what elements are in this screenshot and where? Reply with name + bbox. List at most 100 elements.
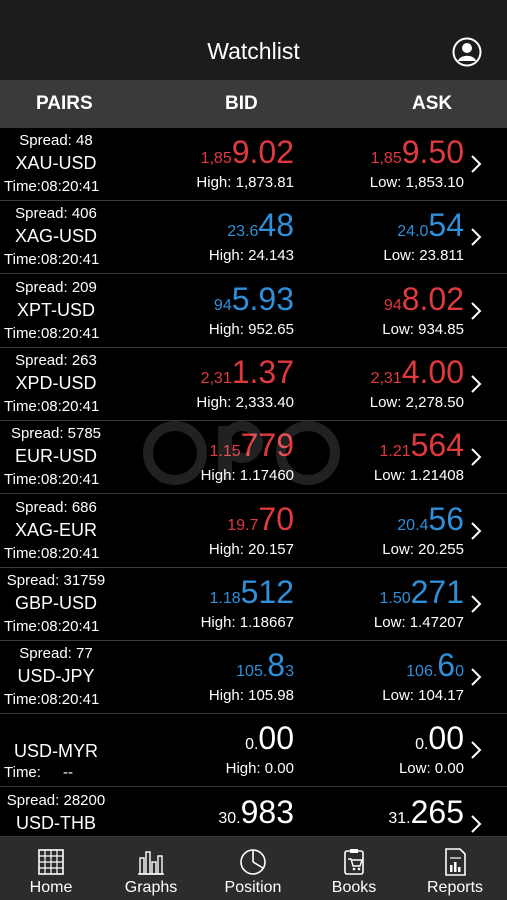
watchlist-row[interactable]: Spread: 263 XPD-USD Time:08:20:41 2,311.37 H…: [0, 348, 507, 421]
low-value: Low: 0.00: [398, 760, 464, 778]
header-bar: Watchlist: [0, 0, 507, 80]
bid-price: 105.83: [236, 647, 294, 684]
ask-price: 1.21564: [379, 427, 464, 464]
column-pairs: PAIRS: [36, 93, 93, 114]
high-value: High: 2,333.40: [196, 393, 294, 411]
ask-price: 24.054: [397, 207, 464, 244]
low-value: Low: 934.85: [382, 320, 464, 338]
ask-price: 106.60: [406, 647, 464, 684]
ask-price: 948.02: [383, 280, 464, 317]
quote-time: Time:08:20:41: [4, 691, 100, 709]
spread-label: Spread: 406: [15, 205, 97, 223]
calculator-grid-icon: [38, 849, 64, 875]
chevron-right-icon: [471, 155, 482, 173]
bid-price: 0.00: [245, 720, 294, 757]
chevron-right-icon: [471, 521, 482, 540]
pair-symbol: USD-THB: [16, 812, 96, 833]
low-value: Low: 20.255: [382, 540, 464, 558]
tab-label: Position: [224, 879, 282, 896]
quote-time: Time:08:20:41: [4, 324, 100, 342]
low-value: Low: 1.47207: [373, 613, 464, 631]
column-header: PAIRS BID ASK: [0, 80, 507, 128]
watchlist-row[interactable]: Spread: 406 XAG-USD Time:08:20:41 23.648 Hig…: [0, 201, 507, 275]
pair-symbol: XAG-USD: [14, 226, 97, 247]
ask-price: 1.50271: [379, 573, 464, 610]
high-value: High: 1,873.81: [196, 174, 294, 191]
watchlist-row[interactable]: Spread: 686 XAG-EUR Time:08:20:41 19.770 Hig…: [0, 495, 507, 568]
tab-reports[interactable]: Reports: [405, 837, 505, 900]
tab-home[interactable]: Home: [1, 837, 101, 900]
spread-label: Spread: 28200: [6, 791, 106, 809]
watchlist-row[interactable]: Spread: 31759 GBP-USD Time:08:20:41 1.18512…: [0, 568, 507, 641]
watchlist-row[interactable]: Spread: 77 USD-JPY Time:08:20:41 105.83 High…: [0, 641, 507, 715]
low-value: Low: 1,853.10: [369, 174, 464, 191]
high-value: High: 105.98: [208, 687, 294, 705]
pair-symbol: EUR-USD: [14, 446, 97, 467]
quote-time: Time: --: [4, 764, 73, 782]
quote-time: Time:08:20:41: [4, 397, 100, 415]
high-value: High: 1.18667: [200, 613, 294, 631]
page-title: Watchlist: [207, 38, 300, 64]
bottom-tab-bar: Home Graphs Position Books Reports: [0, 836, 507, 900]
tab-label: Graphs: [124, 879, 178, 896]
spread-label: Spread: 5785: [10, 425, 102, 443]
bid-price: 2,311.37: [200, 353, 294, 390]
spread-label: Spread: 686: [15, 498, 97, 516]
watchlist: Spread: 48 XAU-USD Time:08:20:41 1,859.02 Hi…: [0, 128, 507, 836]
watchlist-row[interactable]: Spread: 28200USD-THB30.983High: 0.12431.…: [0, 788, 507, 836]
pair-symbol: XPD-USD: [15, 372, 97, 393]
pair-symbol: XAU-USD: [15, 153, 97, 173]
column-ask: ASK: [412, 93, 453, 114]
bid-price: 30.983: [218, 793, 294, 830]
quote-time: Time:08:20:41: [4, 251, 100, 269]
tab-label: Reports: [426, 879, 484, 896]
bid-price: 1.18512: [209, 573, 294, 610]
low-value: Low: 1.21408: [373, 467, 464, 485]
ask-price: 31.265: [388, 793, 464, 830]
spread-label: Spread: 263: [15, 351, 97, 369]
chevron-right-icon: [471, 375, 482, 393]
tab-label: Books: [331, 879, 377, 896]
chevron-right-icon: [471, 448, 482, 466]
spread-label: Spread: 209: [15, 278, 97, 296]
chevron-right-icon: [471, 301, 482, 320]
tab-graphs[interactable]: Graphs: [101, 837, 201, 900]
bid-price: 945.93: [213, 280, 294, 317]
low-value: Low: 2,278.50: [369, 393, 464, 411]
chevron-right-icon: [471, 228, 482, 247]
watchlist-row[interactable]: Spread: 48 XAU-USD Time:08:20:41 1,859.02 Hi…: [0, 128, 507, 201]
bar-chart-icon: [138, 851, 164, 875]
document-chart-icon: [445, 848, 466, 876]
quote-time: Time:08:20:41: [4, 617, 100, 635]
bid-price: 19.770: [227, 500, 294, 537]
ask-price: 0.00: [415, 720, 464, 757]
clipboard-cart-icon: [344, 849, 364, 875]
low-value: Low: 23.811: [383, 247, 464, 265]
watchlist-row[interactable]: Spread: 209 XPT-USD Time:08:20:41 945.93 Hig…: [0, 275, 507, 348]
pair-symbol: USD-MYR: [14, 741, 98, 762]
column-bid: BID: [225, 93, 258, 114]
high-value: High: 20.157: [208, 540, 294, 558]
watchlist-row[interactable]: USD-MYR Time: -- 0.00 High: 0.00 0.00 Low: 0.0…: [0, 714, 507, 788]
quote-time: Time:08:20:41: [4, 471, 100, 489]
high-value: High: 0.00: [225, 760, 294, 778]
watchlist-row[interactable]: Spread: 5785 EUR-USD Time:08:20:41 1.15779 H…: [0, 421, 507, 495]
chevron-right-icon: [471, 814, 482, 833]
bid-price: 23.648: [227, 207, 294, 244]
high-value: High: 952.65: [208, 320, 294, 338]
spread-label: Spread: 48: [19, 132, 93, 149]
ask-price: 20.456: [397, 500, 464, 537]
quote-time: Time:08:20:41: [4, 178, 100, 195]
high-value: High: 1.17460: [200, 467, 294, 485]
chevron-right-icon: [471, 741, 482, 760]
low-value: Low: 104.17: [382, 687, 464, 705]
pie-chart-icon: [240, 849, 266, 875]
user-circle-icon[interactable]: [452, 37, 482, 67]
tab-label: Home: [29, 879, 73, 896]
tab-position[interactable]: Position: [203, 837, 303, 900]
quote-time: Time:08:20:41: [4, 544, 100, 562]
spread-label: Spread: 77: [19, 645, 93, 663]
pair-symbol: XAG-EUR: [14, 519, 97, 540]
high-value: High: 24.143: [208, 247, 294, 265]
tab-books[interactable]: Books: [304, 837, 404, 900]
